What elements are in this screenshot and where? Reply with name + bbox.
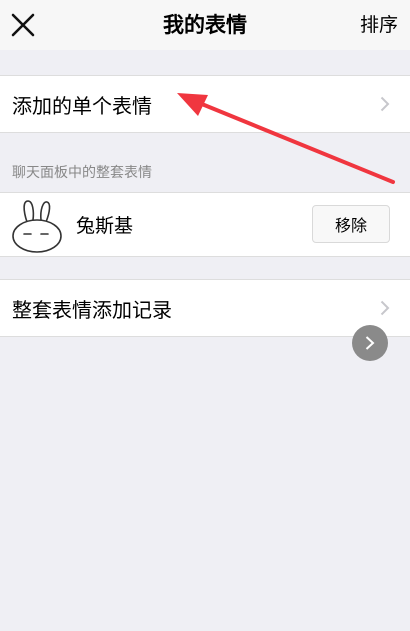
- page-title: 我的表情: [163, 13, 247, 37]
- navigation-bar: 我的表情 排序: [0, 0, 410, 50]
- sticker-history-row[interactable]: 整套表情添加记录: [0, 279, 410, 337]
- sort-button[interactable]: 排序: [360, 0, 398, 50]
- chevron-right-icon: [380, 96, 390, 112]
- remove-button[interactable]: 移除: [312, 205, 390, 243]
- sticker-set-row: 兔斯基 移除: [0, 192, 410, 257]
- rabbit-sticker-icon: [12, 200, 62, 253]
- section-header: 聊天面板中的整套表情: [12, 165, 152, 181]
- sticker-history-label: 整套表情添加记录: [12, 297, 172, 322]
- sticker-set-name: 兔斯基: [76, 215, 134, 237]
- single-stickers-label: 添加的单个表情: [12, 93, 152, 118]
- chevron-right-icon: [365, 336, 375, 350]
- chevron-right-icon: [380, 300, 390, 316]
- floating-assist-button[interactable]: [352, 325, 388, 361]
- single-stickers-row[interactable]: 添加的单个表情: [0, 75, 410, 133]
